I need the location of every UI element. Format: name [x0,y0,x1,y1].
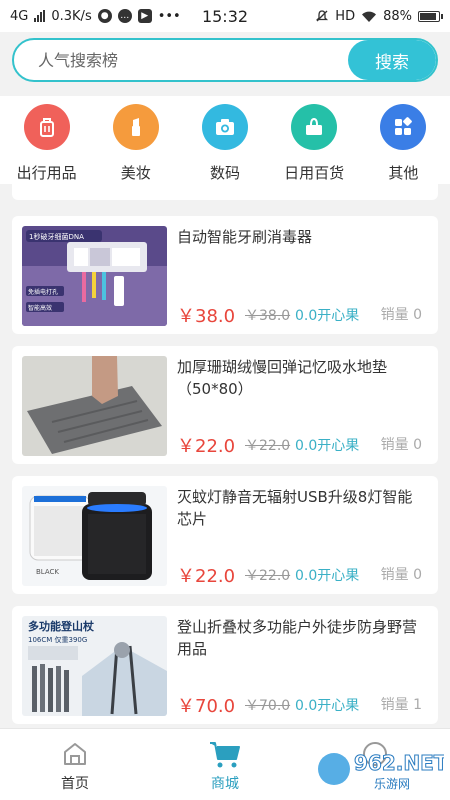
grid-icon [380,104,427,150]
mute-icon [316,10,329,22]
category-daily[interactable]: 日用百货 [271,96,357,184]
product-sales: 销量 1 [380,697,422,713]
signal-icon [34,10,46,22]
product-price: ￥38.0 [177,306,236,327]
product-title: 自动智能牙刷消毒器 [177,228,313,246]
product-price: ￥22.0 [177,436,236,457]
category-label: 数码 [209,164,240,182]
image-caption: 106CM 仅重390G [28,635,87,644]
image-caption: 免插电打孔 [28,288,58,296]
battery-icon [418,10,443,22]
product-original-price: ￥22.0 [245,438,291,454]
product-card[interactable]: 多功能登山杖 106CM 仅重390G 登山折叠杖多功能户外徒步防身野营用品 ￥… [12,606,438,724]
category-label: 出行用品 [16,164,77,182]
product-card[interactable]: 1秒破牙细菌DNA 免插电打孔 智能高效 自动智能牙刷消毒器 ￥38.0 ￥38… [12,216,438,334]
category-label: 其他 [388,164,419,182]
category-other[interactable]: 其他 [360,96,446,184]
status-bar: 4G 0.3K/s ● … ▶ ••• 15:32 HD 88% [0,0,450,32]
image-caption: 智能高效 [28,304,52,312]
network-type: 4G [10,8,29,24]
search-input[interactable] [14,40,348,80]
network-speed: 0.3K/s [51,8,92,24]
tab-mall[interactable]: 商城 [150,729,300,800]
product-original-price: ￥38.0 [245,308,291,324]
message-icon: … [117,9,132,23]
shopping-cart-icon [208,739,242,769]
product-original-price: ￥22.0 [245,568,291,584]
home-icon [61,739,89,769]
tab-home-label: 首页 [61,776,89,792]
category-travel[interactable]: 出行用品 [4,96,90,184]
product-price: ￥22.0 [177,566,236,587]
product-image [22,356,167,456]
watermark-subtext: 乐游网 [374,777,410,791]
product-sales: 销量 0 [380,307,422,323]
product-title: 登山折叠杖多功能户外徒步防身野营用品 [177,618,418,658]
category-label: 日用百货 [284,164,345,182]
product-title: 加厚珊瑚绒慢回弹记忆吸水地垫（50*80） [177,358,388,398]
product-sales: 销量 0 [380,567,422,583]
product-sales: 销量 0 [380,437,422,453]
tab-home[interactable]: 首页 [0,729,150,800]
search-button[interactable]: 搜索 [348,40,436,80]
image-caption: BLACK [36,568,59,576]
product-coins: 0.0开心果 [295,438,360,454]
product-image: BLACK [22,486,167,586]
watermark-text: 962.NET [354,751,444,775]
tissue-box-icon [291,104,338,150]
video-icon: ▶ [137,9,152,23]
more-dots-icon: ••• [157,8,181,24]
lipstick-icon [112,104,159,150]
product-coins: 0.0开心果 [295,568,360,584]
category-digital[interactable]: 数码 [182,96,268,184]
battery-percent: 88% [383,8,412,24]
category-label: 美妆 [120,164,151,182]
camera-icon [201,104,248,150]
product-image: 1秒破牙细菌DNA 免插电打孔 智能高效 [22,226,167,326]
product-card[interactable]: 加厚珊瑚绒慢回弹记忆吸水地垫（50*80） ￥22.0 ￥22.0 0.0开心果… [12,346,438,464]
category-bar: 出行用品 美妆 数码 日用百货 其他 [0,96,450,184]
product-title: 灭蚊灯静音无辐射USB升级8灯智能芯片 [177,488,413,528]
luggage-icon [23,104,70,150]
product-coins: 0.0开心果 [295,308,360,324]
hd-indicator: HD [335,8,356,24]
product-image: 多功能登山杖 106CM 仅重390G [22,616,167,716]
image-caption: 1秒破牙细菌DNA [29,232,84,241]
image-caption: 多功能登山杖 [28,619,95,633]
site-watermark: 962.NET 乐游网 [314,744,448,794]
search-bar: 搜索 [12,38,438,82]
product-card[interactable]: BLACK 灭蚊灯静音无辐射USB升级8灯智能芯片 ￥22.0 ￥22.0 0.… [12,476,438,594]
product-price: ￥70.0 [177,696,236,717]
product-original-price: ￥70.0 [245,698,291,714]
wifi-icon [362,11,377,22]
category-makeup[interactable]: 美妆 [93,96,179,184]
tab-mall-label: 商城 [211,776,239,792]
browser-icon: ● [97,9,112,23]
product-coins: 0.0开心果 [295,698,360,714]
